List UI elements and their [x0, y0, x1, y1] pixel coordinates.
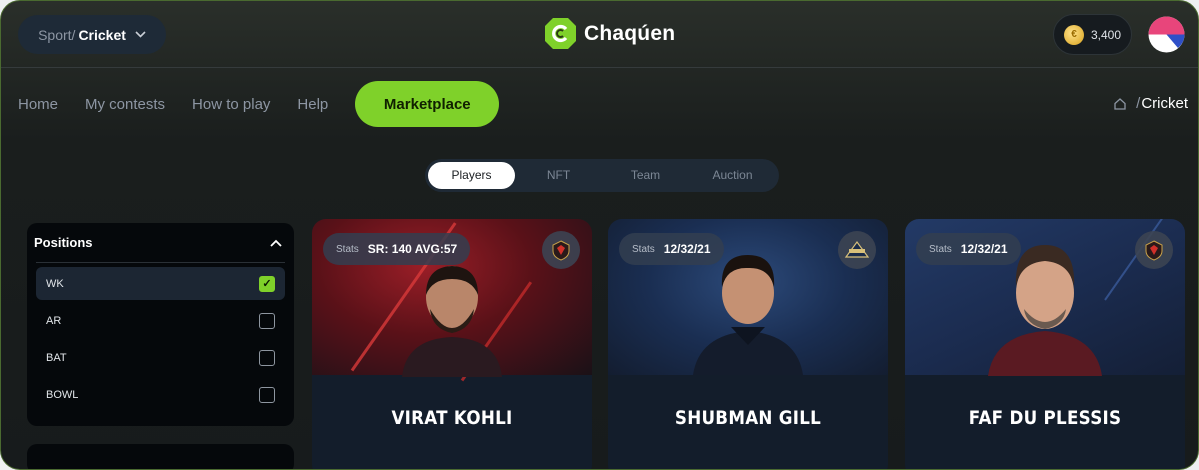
checkbox[interactable]	[259, 349, 275, 366]
filter-option-ar[interactable]: AR	[36, 304, 285, 337]
tab-auction[interactable]: Auction	[689, 162, 776, 189]
nav-help[interactable]: Help	[297, 96, 328, 113]
filter-option-label: AR	[46, 314, 62, 327]
stats-value: SR: 140 AVG:57	[367, 242, 458, 256]
player-silhouette	[402, 266, 502, 377]
nav-marketplace-button[interactable]: Marketplace	[355, 81, 500, 127]
sport-value: Cricket	[78, 26, 126, 43]
avatar[interactable]	[1148, 16, 1185, 53]
positions-filter-header[interactable]: Positions	[34, 223, 285, 263]
brand-name: Chaqúen	[584, 21, 676, 45]
coin-icon: €	[1063, 24, 1084, 45]
breadcrumb-separator: /	[1136, 95, 1141, 112]
checkbox-checked[interactable]: ✓	[259, 275, 275, 292]
sport-selector[interactable]: Sport/ Cricket	[18, 15, 166, 54]
filter-option-label: WK	[46, 277, 64, 290]
sport-prefix: Sport/	[38, 26, 76, 43]
rcb-crest-icon	[1135, 231, 1173, 269]
top-bar: Sport/ Cricket Chaqúen € 3,400	[1, 1, 1198, 68]
player-card[interactable]: Stats 12/32/21 FAF DU PLESSIS	[905, 219, 1185, 469]
nav-my-contests[interactable]: My contests	[85, 96, 165, 113]
tab-nft[interactable]: NFT	[515, 162, 602, 189]
tab-players[interactable]: Players	[428, 162, 515, 189]
coin-balance[interactable]: € 3,400	[1053, 14, 1132, 55]
checkbox[interactable]	[259, 312, 275, 329]
market-tabs: Players NFT Team Auction	[425, 159, 779, 192]
chevron-up-icon[interactable]	[270, 236, 282, 250]
brand-logo-icon	[545, 18, 576, 49]
stats-label: Stats	[336, 243, 359, 255]
home-icon[interactable]	[1113, 97, 1127, 111]
filter-option-bat[interactable]: BAT	[36, 341, 285, 374]
stats-pill: Stats SR: 140 AVG:57	[323, 233, 471, 265]
positions-filter-title: Positions	[34, 235, 93, 250]
second-filter-panel	[27, 444, 294, 469]
rcb-crest-icon	[542, 231, 580, 269]
stats-value: 12/32/21	[960, 242, 1008, 256]
player-name: FAF DU PLESSIS	[968, 407, 1122, 429]
brand[interactable]: Chaqúen	[544, 17, 675, 50]
titans-crest-icon	[838, 231, 876, 269]
stats-label: Stats	[632, 243, 655, 255]
filter-option-bowl[interactable]: BOWL	[36, 378, 285, 411]
player-card[interactable]: Stats 12/32/21 SHUBMAN GILL	[608, 219, 888, 469]
player-name: VIRAT KOHLI	[391, 407, 513, 429]
filter-option-wk[interactable]: WK ✓	[36, 267, 285, 300]
app-window: Sport/ Cricket Chaqúen € 3,400 Home My c…	[0, 0, 1199, 470]
coin-amount: 3,400	[1090, 27, 1122, 42]
filter-option-label: BOWL	[46, 388, 79, 401]
main-nav: Home My contests How to play Help Market…	[18, 81, 500, 127]
player-name: SHUBMAN GILL	[674, 407, 822, 429]
stats-label: Stats	[929, 243, 952, 255]
positions-filter-panel: Positions WK ✓ AR BAT BOWL	[27, 223, 294, 426]
stats-pill: Stats 12/32/21	[619, 233, 724, 265]
nav-how-to-play[interactable]: How to play	[192, 96, 270, 113]
checkbox[interactable]	[259, 386, 275, 403]
player-card[interactable]: Stats SR: 140 AVG:57 VIRAT KOHLI	[312, 219, 592, 469]
stats-pill: Stats 12/32/21	[916, 233, 1021, 265]
chevron-down-icon	[135, 29, 146, 41]
breadcrumb-current: Cricket	[1141, 95, 1188, 112]
filter-option-label: BAT	[46, 351, 67, 364]
stats-value: 12/32/21	[663, 242, 711, 256]
nav-home[interactable]: Home	[18, 96, 58, 113]
tab-team[interactable]: Team	[602, 162, 689, 189]
breadcrumb: / Cricket	[1113, 95, 1188, 112]
